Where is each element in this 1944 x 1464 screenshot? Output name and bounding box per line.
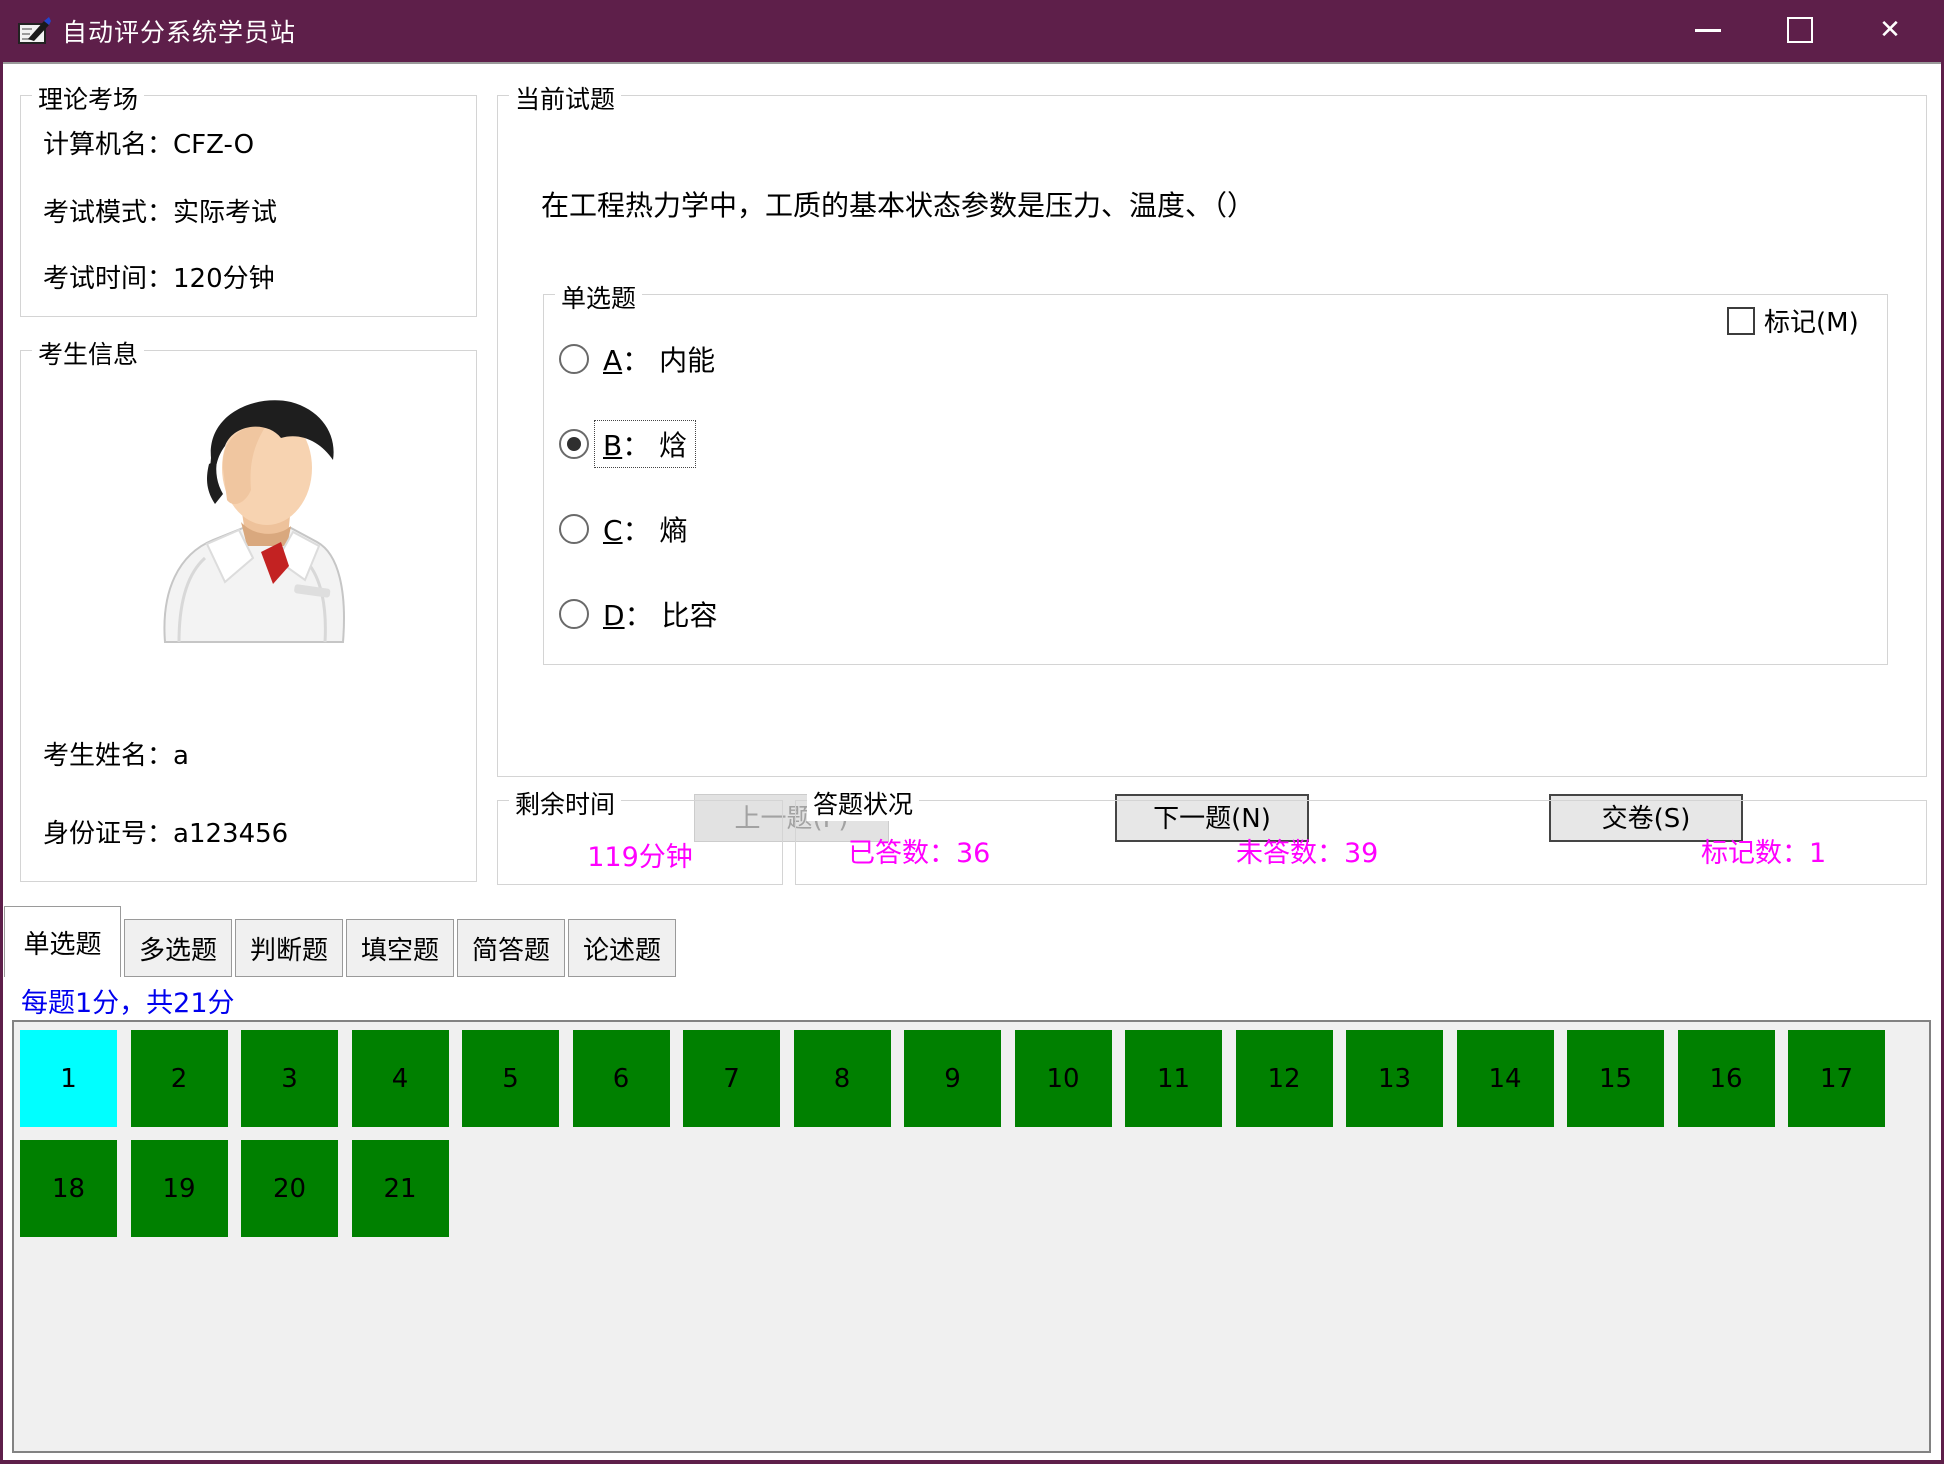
question-type-tabs: 单选题 多选题 判断题 填空题 简答题 论述题 — [4, 906, 676, 977]
remaining-time-value: 119分钟 — [498, 835, 782, 874]
question-button-1[interactable]: 1 — [20, 1030, 117, 1127]
question-button-8[interactable]: 8 — [794, 1030, 891, 1127]
option-type-group: 单选题 — [543, 294, 1888, 665]
answered-count: 已答数：36 — [848, 831, 990, 870]
question-button-11[interactable]: 11 — [1125, 1030, 1222, 1127]
question-text: 在工程热力学中，工质的基本状态参数是压力、温度、（） — [541, 184, 1255, 224]
question-button-13[interactable]: 13 — [1346, 1030, 1443, 1127]
exam-room-group-title: 理论考场 — [32, 80, 144, 116]
question-button-7[interactable]: 7 — [683, 1030, 780, 1127]
minimize-button[interactable] — [1677, 0, 1739, 60]
window-border-bottom — [0, 1460, 1944, 1464]
exam-duration-row: 考试时间：120分钟 — [43, 258, 275, 295]
current-question-group-title: 当前试题 — [509, 80, 621, 116]
window-border-left — [0, 0, 3, 1464]
tab-fill-blank[interactable]: 填空题 — [346, 919, 454, 977]
remaining-time-group: 剩余时间 119分钟 — [497, 800, 783, 885]
close-button[interactable]: ✕ — [1859, 0, 1921, 60]
answer-status-group: 答题状况 已答数：36 未答数：39 标记数：1 — [795, 800, 1927, 885]
question-grid: 123456789101112131415161718192021 — [12, 1020, 1931, 1453]
radio-a-icon[interactable] — [559, 344, 589, 374]
option-c[interactable]: C： 熵 — [559, 509, 697, 549]
mark-checkbox-box[interactable] — [1727, 307, 1755, 335]
question-button-4[interactable]: 4 — [352, 1030, 449, 1127]
question-button-15[interactable]: 15 — [1567, 1030, 1664, 1127]
radio-d-icon[interactable] — [559, 599, 589, 629]
maximize-icon — [1787, 17, 1813, 43]
candidate-name-row: 考生姓名：a — [43, 735, 189, 772]
question-button-21[interactable]: 21 — [352, 1140, 449, 1237]
exam-mode-row: 考试模式：实际考试 — [43, 192, 277, 229]
remaining-time-title: 剩余时间 — [509, 785, 621, 821]
candidate-id-row: 身份证号：a123456 — [43, 813, 288, 850]
tab-essay[interactable]: 论述题 — [568, 919, 676, 977]
radio-c-icon[interactable] — [559, 514, 589, 544]
question-button-10[interactable]: 10 — [1015, 1030, 1112, 1127]
titlebar: 自动评分系统学员站 ✕ — [0, 0, 1944, 64]
window-title: 自动评分系统学员站 — [62, 13, 296, 49]
tab-true-false[interactable]: 判断题 — [235, 919, 343, 977]
question-button-16[interactable]: 16 — [1678, 1030, 1775, 1127]
avatar — [149, 393, 349, 645]
radio-b-icon[interactable] — [559, 429, 589, 459]
candidate-group-title: 考生信息 — [32, 335, 144, 371]
question-button-2[interactable]: 2 — [131, 1030, 228, 1127]
exam-room-group: 理论考场 计算机名：CFZ-O 考试模式：实际考试 考试时间：120分钟 — [20, 95, 477, 317]
option-type-label: 单选题 — [555, 279, 642, 315]
unanswered-count: 未答数：39 — [1236, 831, 1378, 870]
mark-checkbox-label: 标记(M) — [1764, 302, 1859, 339]
app-window: 自动评分系统学员站 ✕ 理论考场 计算机名：CFZ-O 考试模式：实际考试 考试… — [0, 0, 1944, 1464]
mark-checkbox[interactable]: 标记(M) — [1727, 302, 1859, 339]
option-a[interactable]: A： 内能 — [559, 339, 724, 379]
question-button-17[interactable]: 17 — [1788, 1030, 1885, 1127]
question-button-18[interactable]: 18 — [20, 1140, 117, 1237]
answer-status-title: 答题状况 — [807, 785, 919, 821]
tab-short-answer[interactable]: 简答题 — [457, 919, 565, 977]
question-button-3[interactable]: 3 — [241, 1030, 338, 1127]
question-button-9[interactable]: 9 — [904, 1030, 1001, 1127]
minimize-icon — [1695, 29, 1721, 32]
maximize-button[interactable] — [1769, 0, 1831, 60]
computer-name-row: 计算机名：CFZ-O — [43, 124, 254, 161]
candidate-group: 考生信息 考生姓名：a 身份证号：a123456 — [20, 350, 477, 882]
close-icon: ✕ — [1879, 15, 1901, 45]
question-button-19[interactable]: 19 — [131, 1140, 228, 1237]
app-icon — [18, 15, 52, 47]
tab-single-choice[interactable]: 单选题 — [4, 906, 121, 977]
question-button-12[interactable]: 12 — [1236, 1030, 1333, 1127]
marked-count: 标记数：1 — [1701, 831, 1826, 870]
tab-multi-choice[interactable]: 多选题 — [124, 919, 232, 977]
question-button-5[interactable]: 5 — [462, 1030, 559, 1127]
question-button-6[interactable]: 6 — [573, 1030, 670, 1127]
question-button-14[interactable]: 14 — [1457, 1030, 1554, 1127]
score-note: 每题1分，共21分 — [21, 981, 235, 1020]
option-b[interactable]: B： 焓 — [559, 424, 696, 464]
option-d[interactable]: D： 比容 — [559, 594, 727, 634]
current-question-group: 当前试题 在工程热力学中，工质的基本状态参数是压力、温度、（） 单选题 标记(M… — [497, 95, 1927, 777]
question-button-20[interactable]: 20 — [241, 1140, 338, 1237]
